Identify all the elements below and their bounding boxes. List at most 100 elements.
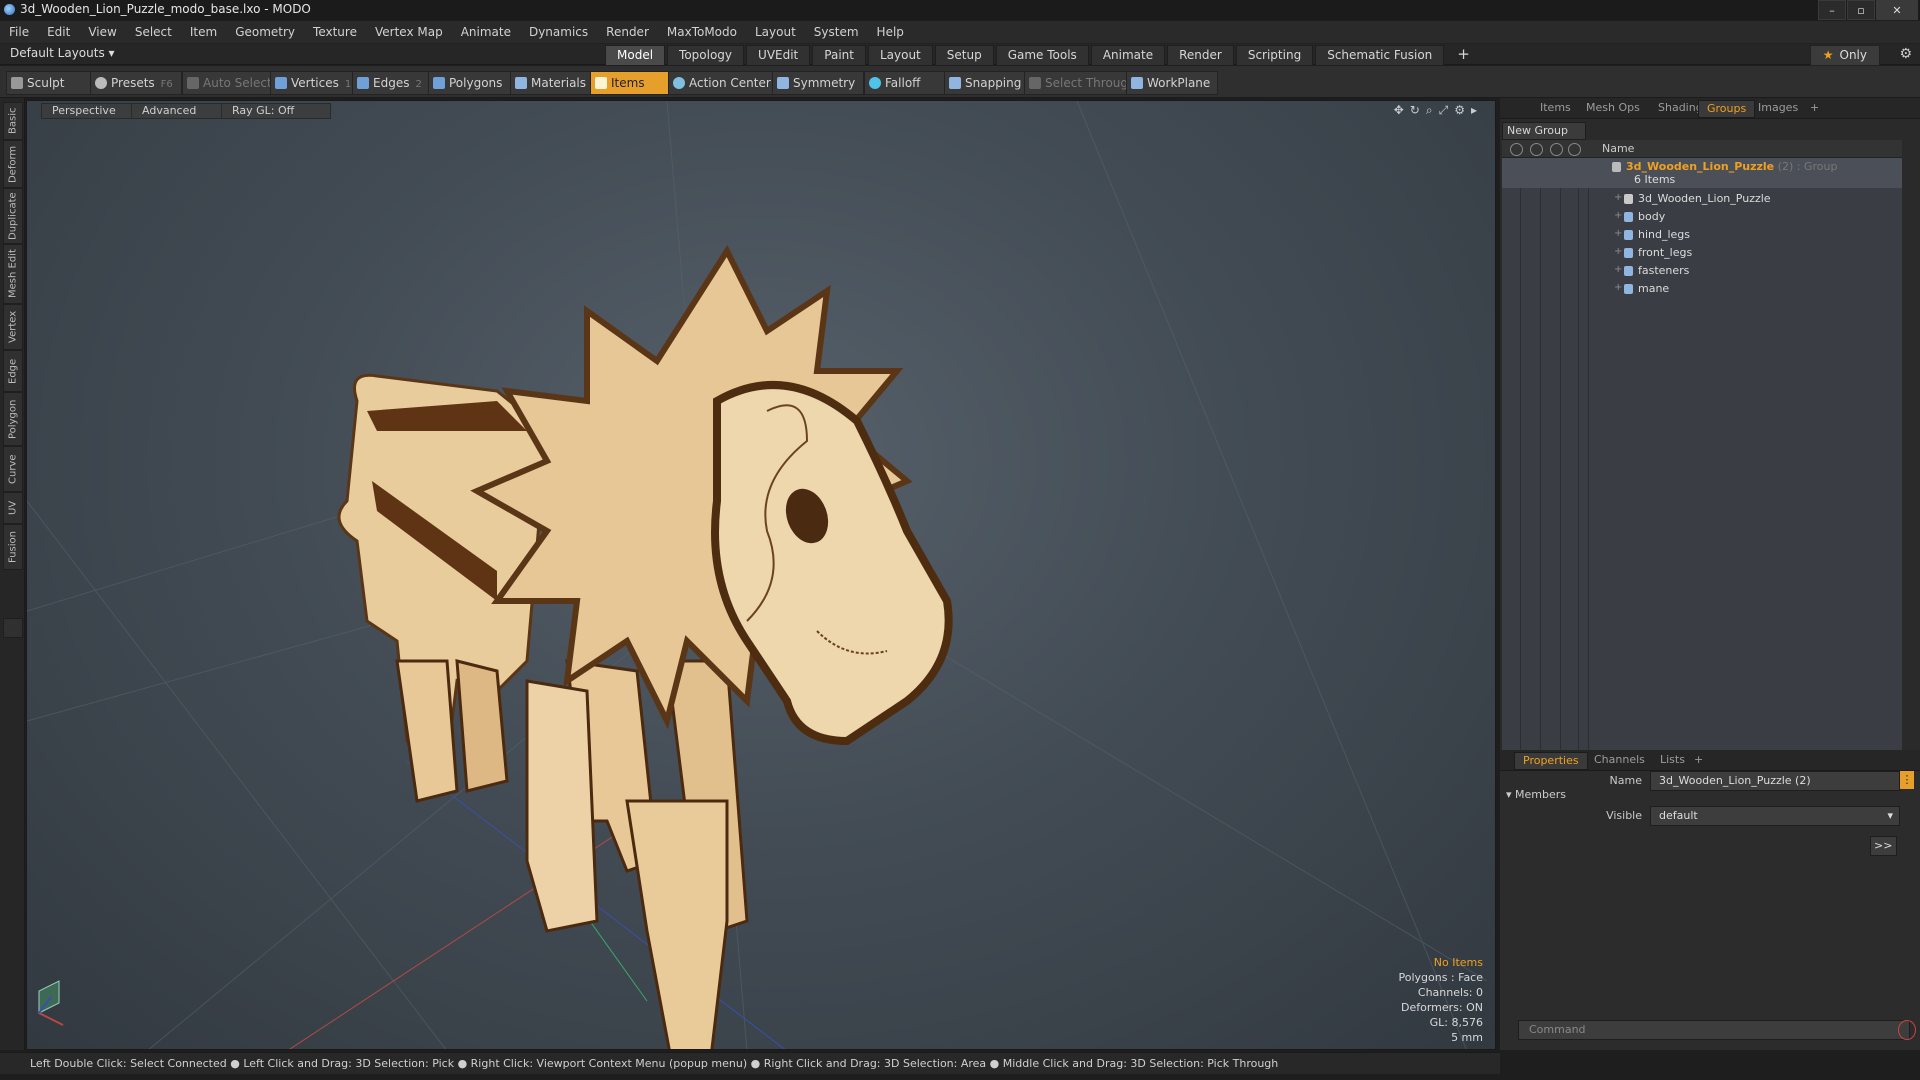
snapping-button[interactable]: Snapping [944,71,1034,95]
items-button[interactable]: Items [590,71,676,95]
list-item[interactable]: + hind_legs [1502,226,1902,244]
wooden-lion-model[interactable] [337,244,953,1050]
presets-button[interactable]: Presets F6 [90,71,182,95]
menu-vertex-map[interactable]: Vertex Map [366,21,452,44]
menu-view[interactable]: View [79,21,125,44]
move-view-icon[interactable]: ✥ [1394,103,1404,118]
sculpt-button[interactable]: Sculpt [6,71,98,95]
viewport-scene[interactable] [27,101,1496,1050]
tab-properties[interactable]: Properties [1514,752,1588,770]
list-item[interactable]: + fasteners [1502,262,1902,280]
raygl-button[interactable]: Ray GL: Off [221,103,331,119]
workplane-button[interactable]: WorkPlane [1126,71,1218,95]
menu-item[interactable]: Item [181,21,226,44]
tab-deform[interactable]: Deform [3,140,23,188]
menu-file[interactable]: File [0,21,38,44]
falloff-button[interactable]: Falloff [864,71,954,95]
action-center-button[interactable]: Action Center [668,71,780,95]
expand-icon[interactable]: + [1614,192,1622,203]
tab-layout[interactable]: Layout [867,45,933,66]
tab-polygon[interactable]: Polygon [3,392,23,446]
only-toggle[interactable]: ★ Only [1809,45,1880,66]
viewport-settings-icon[interactable]: ⚙ [1454,103,1465,118]
select-through-button[interactable]: Select Through [1024,71,1136,95]
toolbox-toggle[interactable] [3,618,23,638]
expand-icon[interactable]: + [1614,282,1622,293]
maximize-button[interactable]: ▫ [1847,0,1875,20]
tab-uvedit[interactable]: UVEdit [746,45,811,66]
new-group-button[interactable]: New Group [1502,122,1586,140]
advanced-button[interactable]: Advanced [131,103,233,119]
menu-geometry[interactable]: Geometry [226,21,304,44]
expand-icon[interactable]: + [1614,228,1622,239]
menu-layout[interactable]: Layout [746,21,805,44]
tab-mesh-edit[interactable]: Mesh Edit [3,244,23,304]
expand-icon[interactable]: + [1614,264,1622,275]
tab-vertex[interactable]: Vertex [3,304,23,350]
zoom-view-icon[interactable]: ⌕ [1426,103,1433,118]
tab-paint[interactable]: Paint [812,45,866,66]
symmetry-button[interactable]: Symmetry [772,71,864,95]
list-item[interactable]: + front_legs [1502,244,1902,262]
auto-select-button[interactable]: Auto Select [182,71,278,95]
tab-topology[interactable]: Topology [667,45,745,66]
menu-edit[interactable]: Edit [38,21,79,44]
tab-fusion[interactable]: Fusion [3,524,23,570]
tab-schematic-fusion[interactable]: Schematic Fusion [1315,45,1445,66]
add-properties-tab-button[interactable]: + [1686,752,1711,768]
tab-render[interactable]: Render [1167,45,1234,66]
tab-mesh-ops[interactable]: Mesh Ops [1578,100,1648,116]
tab-items[interactable]: Items [1532,100,1579,116]
menu-system[interactable]: System [805,21,868,44]
tab-basic[interactable]: Basic [3,102,23,140]
command-input[interactable]: Command [1518,1020,1910,1040]
tab-game-tools[interactable]: Game Tools [995,45,1089,66]
menu-help[interactable]: Help [868,21,913,44]
list-item[interactable]: + body [1502,208,1902,226]
tab-setup[interactable]: Setup [934,45,994,66]
tab-curve[interactable]: Curve [3,446,23,492]
vertices-button[interactable]: Vertices 1 [270,71,362,95]
perspective-button[interactable]: Perspective [41,103,143,119]
name-column-header[interactable]: Name [1602,142,1634,155]
expand-icon[interactable]: + [1614,246,1622,257]
visible-dropdown[interactable]: default ▾ [1650,806,1900,826]
gear-icon[interactable]: ⚙ [1899,46,1912,62]
viewport-expand-icon[interactable]: ▸ [1471,103,1477,118]
3d-viewport[interactable]: Perspective Advanced Ray GL: Off ✥ ↻ ⌕ ⤢… [26,100,1496,1050]
tab-groups[interactable]: Groups [1698,100,1756,118]
polygons-button[interactable]: Polygons [428,71,516,95]
name-field[interactable]: 3d_Wooden_Lion_Puzzle (2) [1650,771,1900,791]
tab-animate[interactable]: Animate [1090,45,1166,66]
list-item[interactable]: + 3d_Wooden_Lion_Puzzle [1502,190,1902,208]
minimize-button[interactable]: – [1818,0,1846,20]
tab-scripting[interactable]: Scripting [1235,45,1314,66]
menu-texture[interactable]: Texture [304,21,366,44]
list-item[interactable]: + mane [1502,280,1902,298]
fit-view-icon[interactable]: ⤢ [1439,103,1449,118]
rotate-view-icon[interactable]: ↻ [1410,103,1420,118]
menu-render[interactable]: Render [597,21,658,44]
tab-model[interactable]: Model [605,45,666,66]
menu-animate[interactable]: Animate [452,21,520,44]
add-panel-tab-button[interactable]: + [1802,100,1827,116]
menu-dynamics[interactable]: Dynamics [520,21,597,44]
default-layouts-dropdown[interactable]: Default Layouts ▾ [10,46,115,60]
add-tab-button[interactable]: + [1446,45,1481,64]
more-button[interactable]: >> [1870,836,1897,856]
menu-select[interactable]: Select [126,21,181,44]
tab-images[interactable]: Images [1750,100,1806,116]
tab-channels[interactable]: Channels [1586,752,1653,768]
members-section[interactable]: ▾ Members [1506,788,1566,801]
materials-button[interactable]: Materials [510,71,598,95]
tab-uv[interactable]: UV [3,492,23,524]
name-options-button[interactable]: ⋮ [1900,771,1914,789]
expand-icon[interactable]: + [1614,210,1622,221]
tab-duplicate[interactable]: Duplicate [3,188,23,244]
close-button[interactable]: ✕ [1876,0,1918,20]
command-run-icon[interactable] [1898,1020,1916,1040]
menu-maxtomodo[interactable]: MaxToModo [658,21,746,44]
group-row[interactable]: 3d_Wooden_Lion_Puzzle (2) : Group 6 Item… [1502,158,1902,188]
tab-edge[interactable]: Edge [3,350,23,392]
edges-button[interactable]: Edges 2 [352,71,438,95]
